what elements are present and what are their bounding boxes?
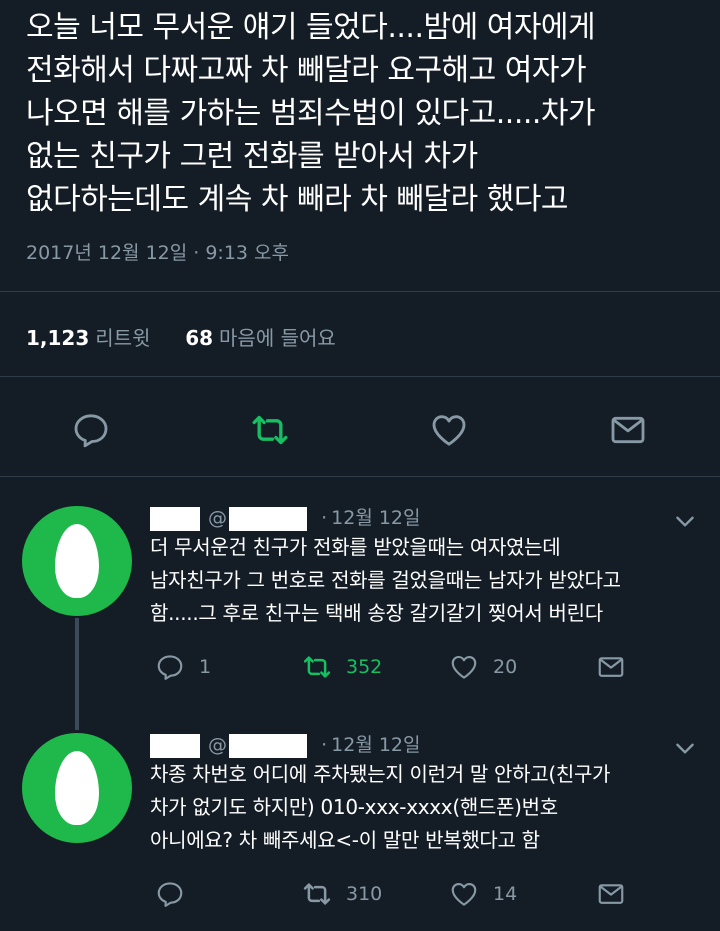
redacted-display-name [150,733,200,758]
heart-icon[interactable] [429,410,469,450]
dm-button[interactable] [596,878,626,910]
reply-icon[interactable] [71,410,111,450]
tweet-timestamp[interactable]: 2017년 12월 12일 · 9:13 오후 [26,238,289,265]
tweet-stats: 1,123 리트윗 68 마음에 들어요 [26,322,336,351]
heart-icon [449,652,479,682]
like-button[interactable]: 14 [449,878,517,910]
divider [0,476,720,477]
tweet-text-line: 나오면 해를 가하는 범죄수법이 있다고.....차가 [26,96,596,131]
at-sign: @ [208,734,228,756]
reply-text: 차종 차번호 어디에 주차됐는지 이런거 말 안하고(친구가 차가 없기도 하지… [150,758,710,857]
envelope-icon [596,652,626,682]
heart-icon [449,879,479,909]
reply-text-line: 남자친구가 그 번호로 전화를 걸었을때는 남자가 받았다고 [150,568,621,592]
retweet-count: 352 [346,656,383,678]
like-button[interactable]: 20 [449,651,517,683]
retweet-label: 리트윗 [95,326,151,350]
thread-line [75,618,79,730]
tweet-text-line: 없다하는데도 계속 차 빼라 차 빼달라 했다고 [26,182,569,217]
tweet-text: 오늘 너모 무서운 얘기 들었다....밤에 여자에게 전화해서 다짜고짜 차 … [26,6,706,221]
reply-date[interactable]: 12월 12일 [331,507,420,529]
like-count: 20 [493,656,518,678]
reply-text-line: 아니에요? 차 빼주세요<-이 말만 반복했다고 함 [150,828,540,852]
reply-icon [155,652,185,682]
tweet-text-line: 오늘 너모 무서운 얘기 들었다....밤에 여자에게 [26,10,596,45]
at-sign: @ [208,507,228,529]
reply-button[interactable] [155,878,199,910]
retweet-icon[interactable] [250,410,290,450]
reply-text-line: 더 무서운건 친구가 전화를 받았을때는 여자였는데 [150,535,561,559]
retweet-count: 310 [346,883,383,905]
reply-text: 더 무서운건 친구가 전화를 받았을때는 여자였는데 남자친구가 그 번호로 전… [150,531,710,630]
like-count: 14 [493,883,518,905]
retweet-button[interactable]: 352 [302,651,382,683]
envelope-icon [596,879,626,909]
divider [0,376,720,377]
redacted-handle [229,733,308,758]
default-avatar-egg [55,524,99,598]
reply-header: @ · 12월 12일 [150,503,421,531]
like-stat[interactable]: 68 마음에 들어요 [179,326,336,350]
reply-text-line: 차가 없기도 하지만) 010-xxx-xxxx(핸드폰)번호 [150,795,558,819]
reply-text-line: 차종 차번호 어디에 주차됐는지 이런거 말 안하고(친구가 [150,762,611,786]
like-label: 마음에 들어요 [219,326,336,350]
divider [0,291,720,292]
tweet-text-line: 전화해서 다짜고짜 차 빼달라 요구해고 여자가 [26,53,587,88]
default-avatar-egg [55,751,99,825]
envelope-icon[interactable] [608,410,648,450]
avatar[interactable] [22,733,132,843]
reply-button[interactable]: 1 [155,651,211,683]
redacted-handle [229,506,308,531]
retweet-count: 1,123 [26,326,90,350]
tweet-text-line: 없는 친구가 그런 전화를 받아서 차가 [26,139,478,174]
reply-header: @ · 12월 12일 [150,730,421,758]
reply-icon [155,879,185,909]
retweet-icon [302,652,332,682]
retweet-icon [302,879,332,909]
dm-button[interactable] [596,651,626,683]
avatar[interactable] [22,506,132,616]
reply-count: 1 [199,656,212,678]
retweet-stat[interactable]: 1,123 리트윗 [26,326,157,350]
reply-text-line: 함.....그 후로 친구는 택배 송장 갈기갈기 찢어서 버린다 [150,601,603,625]
retweet-button[interactable]: 310 [302,878,382,910]
reply-date[interactable]: 12월 12일 [331,734,420,756]
like-count: 68 [185,326,214,350]
redacted-display-name [150,506,200,531]
